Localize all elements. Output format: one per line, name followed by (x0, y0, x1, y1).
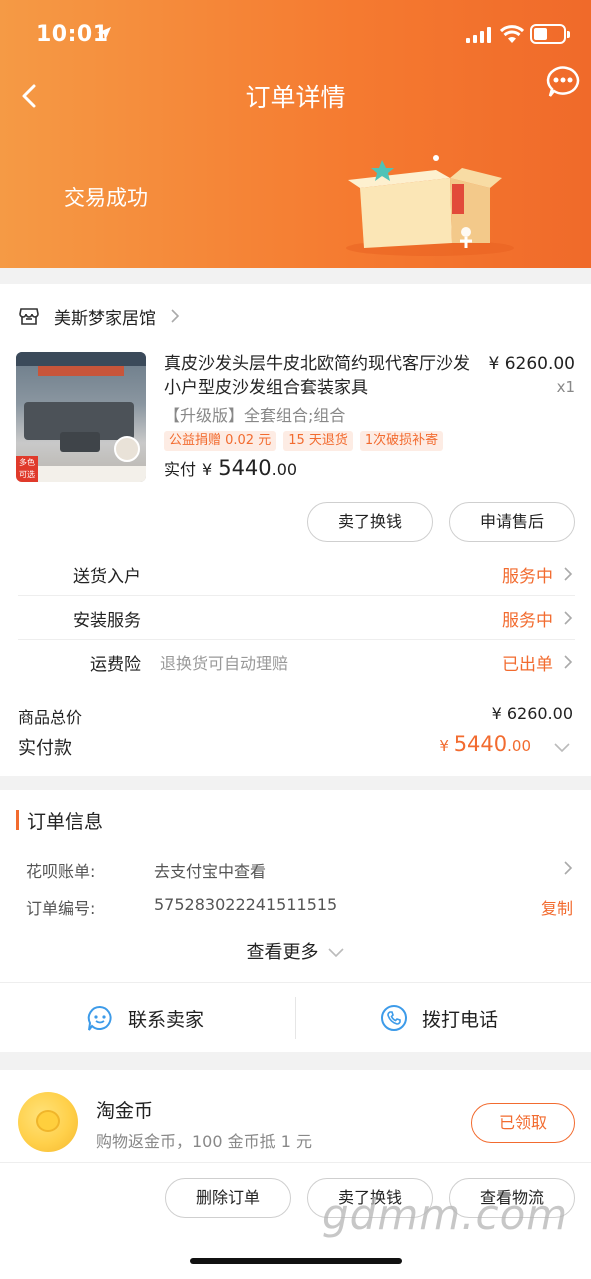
paid-total-row[interactable]: 实付款 ¥ 5440.00 (18, 732, 575, 764)
service-label: 运费险 (90, 655, 141, 675)
copy-button[interactable]: 复制 (541, 895, 573, 919)
contact-seller-button[interactable]: 联系卖家 (86, 1001, 204, 1035)
goods-total-label: 商品总价 (18, 708, 83, 727)
coin-subtitle: 购物返金币，100 金币抵 1 元 (96, 1132, 312, 1151)
chevron-right-icon (564, 861, 573, 875)
order-number: 575283022241511515 (154, 895, 338, 914)
battery-icon (530, 24, 570, 44)
phone-icon (381, 1005, 407, 1031)
service-row-install[interactable]: 安装服务 服务中 (18, 596, 575, 640)
service-label: 安装服务 (73, 611, 141, 631)
package-box-illustration (346, 155, 514, 256)
watermark: gdmm.com (322, 1190, 569, 1239)
order-info-heading: 订单信息 (16, 808, 104, 833)
view-more-button[interactable]: 查看更多 (0, 938, 591, 964)
contact-row: 联系卖家 拨打电话 (0, 982, 591, 1052)
service-status: 服务中 (502, 611, 553, 631)
paid-label: 实付 (164, 460, 197, 479)
goods-total-value: ¥ 6260.00 (491, 704, 573, 723)
taojinbi-card: 淘金币 购物返金币，100 金币抵 1 元 已领取 删除订单 卖了换钱 查看物流 (0, 1070, 591, 1279)
gold-coin-icon (18, 1092, 78, 1152)
paid-total-integer: 5440 (453, 732, 508, 756)
delete-order-button[interactable]: 删除订单 (165, 1178, 291, 1218)
call-phone-button[interactable]: 拨打电话 (380, 1001, 498, 1035)
call-phone-label: 拨打电话 (422, 1008, 499, 1031)
info-value: 去支付宝中查看 (154, 862, 267, 881)
location-arrow-icon (97, 27, 111, 41)
paid-total-label: 实付款 (18, 738, 72, 759)
paid-integer: 5440 (218, 456, 272, 480)
wifi-icon (500, 25, 524, 43)
home-indicator[interactable] (190, 1258, 402, 1264)
paid-total-currency: ¥ (439, 737, 449, 755)
goods-total-row: 商品总价 ¥ 6260.00 (18, 704, 575, 728)
chat-bubble-icon (87, 1005, 112, 1031)
page-title: 订单详情 (245, 83, 346, 112)
service-status: 服务中 (502, 567, 553, 587)
paid-total-value: ¥ 5440.00 (439, 732, 531, 756)
sell-button[interactable]: 卖了换钱 (307, 502, 433, 542)
coin-title: 淘金币 (96, 1100, 154, 1122)
paid-total-decimal: .00 (507, 737, 531, 755)
chevron-down-icon[interactable] (553, 742, 571, 754)
info-key: 订单编号: (26, 899, 96, 918)
cellular-signal-icon (466, 27, 491, 43)
service-row-shipping-insurance[interactable]: 运费险 退换货可自动理赔 已出单 (18, 640, 575, 684)
store-icon (19, 308, 39, 325)
after-sale-button[interactable]: 申请售后 (449, 502, 575, 542)
paid-currency: ¥ (202, 460, 213, 479)
heading-accent-bar (16, 810, 19, 830)
chevron-right-icon (564, 655, 573, 669)
shop-name: 美斯梦家居馆 (54, 308, 156, 329)
divider (0, 1162, 591, 1163)
product-quantity: x1 (556, 378, 575, 396)
service-desc: 退换货可自动理赔 (160, 654, 289, 673)
tag-damage: 1次破损补寄 (359, 431, 444, 451)
tag-return: 15 天退货 (283, 431, 353, 451)
chevron-right-icon (171, 309, 180, 323)
order-info-title: 订单信息 (27, 810, 104, 833)
claimed-button[interactable]: 已领取 (471, 1103, 575, 1143)
view-more-label: 查看更多 (246, 942, 319, 963)
thumb-tag: 多色可选 (16, 456, 38, 482)
paid-decimal: .00 (271, 460, 298, 479)
status-bar: 10:01 (0, 0, 591, 64)
order-status-text: 交易成功 (64, 186, 148, 210)
product-paid: 实付 ¥ 5440.00 (164, 456, 297, 480)
product-card: 美斯梦家居馆 多色可选 真皮沙发头层牛皮北欧简约现代客厅沙发小户型皮沙发组合套装… (0, 284, 591, 776)
contact-seller-label: 联系卖家 (128, 1008, 205, 1031)
product-sku: 【升级版】全套组合;组合 (164, 406, 346, 425)
product-title[interactable]: 真皮沙发头层牛皮北欧简约现代客厅沙发小户型皮沙发组合套装家具 (164, 352, 470, 400)
chevron-right-icon (564, 567, 573, 581)
tag-charity: 公益捐赠 0.02 元 (164, 431, 277, 451)
chevron-right-icon (564, 611, 573, 625)
product-tags: 公益捐赠 0.02 元 15 天退货 1次破损补寄 (164, 431, 444, 451)
message-more-button[interactable] (544, 64, 582, 98)
service-label: 送货入户 (73, 567, 141, 587)
order-info-card: 订单信息 花呗账单: 去支付宝中查看 订单编号: 575283022241511… (0, 790, 591, 1052)
product-price: ¥ 6260.00 (488, 354, 575, 374)
product-thumbnail[interactable]: 多色可选 (16, 352, 146, 482)
info-key: 花呗账单: (26, 862, 96, 881)
shop-link[interactable]: 美斯梦家居馆 (18, 302, 180, 330)
contact-divider (295, 997, 296, 1039)
service-status: 已出单 (502, 655, 553, 675)
order-header: 10:01 订单详情 交易成功 (0, 0, 591, 268)
service-row-delivery[interactable]: 送货入户 服务中 (18, 552, 575, 596)
chevron-down-icon (327, 948, 344, 958)
